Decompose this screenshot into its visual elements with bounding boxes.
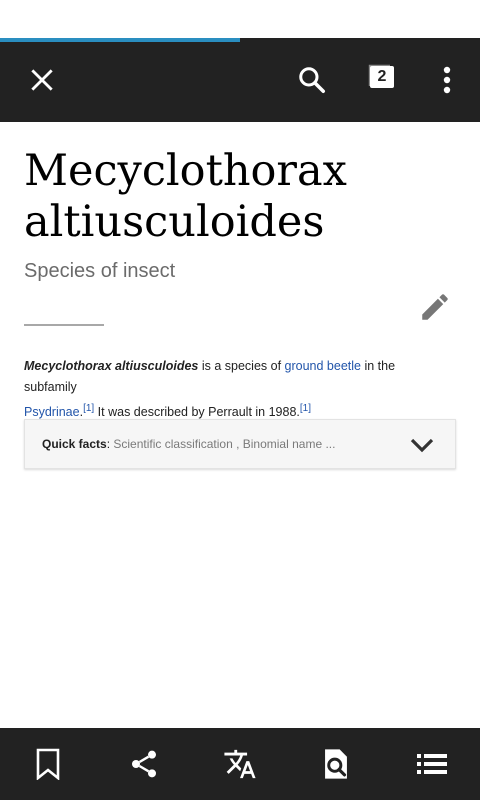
tabs-count-badge: 2 bbox=[370, 66, 394, 88]
bookmark-button[interactable] bbox=[20, 740, 76, 788]
page-title: Mecyclothorax altiusculoides bbox=[24, 146, 347, 247]
bookmark-icon bbox=[36, 748, 60, 780]
table-of-contents-button[interactable] bbox=[404, 740, 460, 788]
article-content: Mecyclothorax altiusculoides Species of … bbox=[0, 122, 480, 728]
quick-facts-summary: Scientific classification , Binomial nam… bbox=[113, 437, 336, 451]
article-name: Mecyclothorax altiusculoides bbox=[24, 359, 199, 373]
quick-facts-text: Quick facts: Scientific classification ,… bbox=[42, 437, 336, 451]
search-button[interactable] bbox=[284, 52, 340, 108]
edit-button[interactable] bbox=[410, 282, 460, 332]
progress-fill bbox=[0, 38, 240, 42]
page-description: Species of insect bbox=[24, 260, 176, 282]
chevron-down-icon bbox=[410, 438, 434, 453]
overflow-menu-button[interactable] bbox=[419, 52, 475, 108]
find-in-page-icon bbox=[325, 749, 347, 779]
find-in-page-button[interactable] bbox=[308, 740, 364, 788]
status-bar bbox=[0, 0, 480, 38]
quick-facts-label: Quick facts bbox=[42, 437, 107, 451]
close-icon bbox=[31, 69, 53, 91]
table-of-contents-icon bbox=[417, 754, 447, 774]
title-divider bbox=[24, 324, 104, 326]
link-psydrinae[interactable]: Psydrinae bbox=[24, 405, 80, 419]
translate-icon bbox=[224, 749, 256, 779]
search-icon bbox=[299, 67, 325, 93]
pencil-icon bbox=[422, 294, 448, 320]
tabs-button[interactable]: 2 bbox=[356, 52, 412, 108]
translate-button[interactable] bbox=[212, 740, 268, 788]
lead-paragraph: Mecyclothorax altiusculoides is a specie… bbox=[24, 359, 396, 420]
overflow-menu-icon bbox=[443, 66, 451, 94]
top-toolbar: 2 bbox=[0, 38, 480, 122]
quick-facts-box[interactable]: Quick facts: Scientific classification ,… bbox=[24, 419, 456, 469]
share-icon bbox=[132, 750, 156, 778]
reference-link[interactable]: [1] bbox=[300, 403, 311, 414]
link-ground-beetle[interactable]: ground beetle bbox=[285, 359, 361, 373]
share-button[interactable] bbox=[116, 740, 172, 788]
bottom-action-bar bbox=[0, 728, 480, 800]
close-button[interactable] bbox=[14, 52, 70, 108]
page-load-progress bbox=[0, 38, 480, 42]
reference-link[interactable]: [1] bbox=[83, 403, 94, 414]
